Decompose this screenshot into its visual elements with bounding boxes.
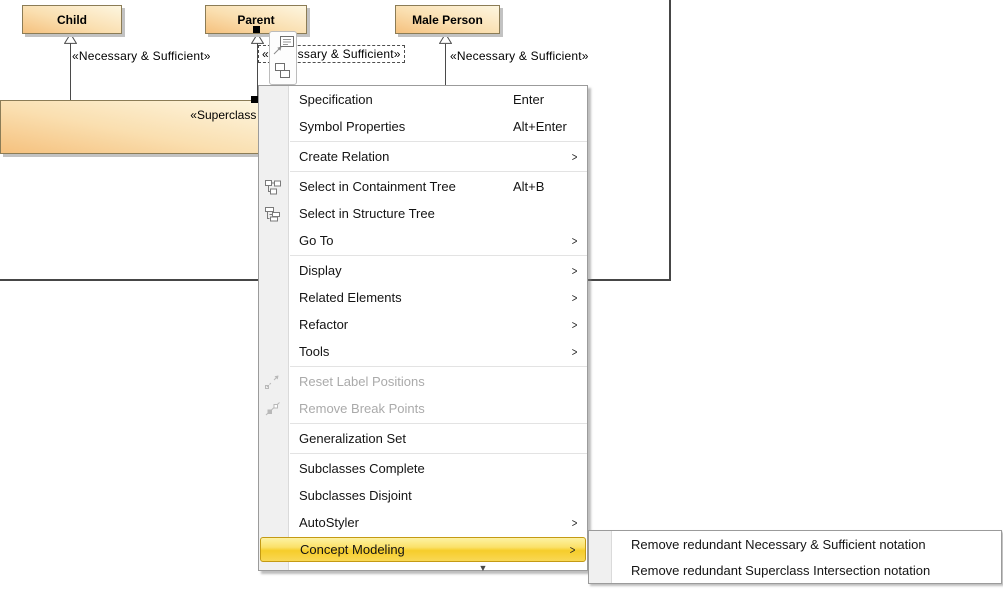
menu-item-reset-label-positions: Reset Label Positions xyxy=(259,368,587,395)
menu-item-subclasses-disjoint[interactable]: Subclasses Disjoint xyxy=(259,482,587,509)
menu-item-subclasses-complete[interactable]: Subclasses Complete xyxy=(259,455,587,482)
menu-item-autostyler[interactable]: AutoStyler > xyxy=(259,509,587,536)
submenu-item-remove-redundant-superclass-intersection-notation[interactable]: Remove redundant Superclass Intersection… xyxy=(589,557,1001,583)
generalization-arrow-icon xyxy=(64,33,77,44)
menu-item-shortcut: Enter xyxy=(513,92,544,107)
menu-item-refactor[interactable]: Refactor > xyxy=(259,311,587,338)
submenu-arrow-icon: > xyxy=(572,150,578,164)
submenu-item-remove-redundant-necessary-sufficient-notation[interactable]: Remove redundant Necessary & Sufficient … xyxy=(589,531,1001,557)
note-icon[interactable] xyxy=(271,35,295,57)
application-canvas: «Necessary & Sufficient» «Necessary & Su… xyxy=(0,0,1003,592)
class-name: Child xyxy=(57,13,87,27)
menu-item-select-in-containment-tree[interactable]: Select in Containment Tree Alt+B xyxy=(259,173,587,200)
menu-item-label: Select in Structure Tree xyxy=(299,206,435,221)
menu-item-concept-modeling[interactable]: Concept Modeling > xyxy=(260,537,586,562)
generalization-arrow-icon xyxy=(439,33,452,44)
menu-separator xyxy=(290,141,587,142)
menu-item-label: Specification xyxy=(299,92,373,107)
edge-label-necessary-sufficient[interactable]: «Necessary & Sufficient» xyxy=(450,49,589,63)
submenu-arrow-icon: > xyxy=(572,318,578,332)
menu-item-label: Symbol Properties xyxy=(299,119,405,134)
class-name: Male Person xyxy=(412,13,483,27)
menu-item-label: Related Elements xyxy=(299,290,402,305)
menu-item-specification[interactable]: Specification Enter xyxy=(259,86,587,113)
menu-item-label: Reset Label Positions xyxy=(299,374,425,389)
menu-item-label: Select in Containment Tree xyxy=(299,179,456,194)
menu-item-label: Go To xyxy=(299,233,333,248)
generalization-edge-child[interactable] xyxy=(70,43,71,100)
menu-item-label: Subclasses Complete xyxy=(299,461,425,476)
menu-item-related-elements[interactable]: Related Elements > xyxy=(259,284,587,311)
generalization-arrow-icon xyxy=(251,33,264,44)
menu-item-label: Generalization Set xyxy=(299,431,406,446)
menu-item-label: Tools xyxy=(299,344,329,359)
menu-item-label: Refactor xyxy=(299,317,348,332)
menu-separator xyxy=(290,366,587,367)
submenu-item-label: Remove redundant Necessary & Sufficient … xyxy=(631,537,926,552)
menu-item-label: Display xyxy=(299,263,342,278)
menu-scroll-down[interactable]: ▼ xyxy=(259,562,587,575)
scroll-down-icon: ▼ xyxy=(479,564,488,573)
context-menu-items: Specification Enter Symbol Properties Alt+E… xyxy=(259,86,587,562)
submenu-arrow-icon: > xyxy=(572,516,578,530)
menu-item-shortcut: Alt+B xyxy=(513,179,544,194)
menu-item-create-relation[interactable]: Create Relation > xyxy=(259,143,587,170)
menu-separator xyxy=(290,171,587,172)
submenu-arrow-icon: > xyxy=(572,234,578,248)
selection-handle[interactable] xyxy=(251,96,258,103)
menu-item-select-in-structure-tree[interactable]: Select in Structure Tree xyxy=(259,200,587,227)
menu-separator xyxy=(290,423,587,424)
class-name: Parent xyxy=(237,13,274,27)
concept-modeling-submenu: Remove redundant Necessary & Sufficient … xyxy=(588,530,1002,584)
submenu-arrow-icon: > xyxy=(572,264,578,278)
menu-item-label: Create Relation xyxy=(299,149,389,164)
submenu-item-label: Remove redundant Superclass Intersection… xyxy=(631,563,930,578)
menu-item-label: Remove Break Points xyxy=(299,401,425,416)
context-menu: Specification Enter Symbol Properties Alt+E… xyxy=(258,85,588,571)
menu-item-tools[interactable]: Tools > xyxy=(259,338,587,365)
menu-item-label: Subclasses Disjoint xyxy=(299,488,412,503)
menu-separator xyxy=(290,453,587,454)
class-stereotype: «Superclass I xyxy=(190,108,263,122)
structure-tree-icon xyxy=(264,206,282,222)
menu-item-symbol-properties[interactable]: Symbol Properties Alt+Enter xyxy=(259,113,587,140)
related-elements-icon[interactable] xyxy=(273,62,293,80)
submenu-arrow-icon: > xyxy=(572,345,578,359)
submenu-arrow-icon: > xyxy=(572,291,578,305)
class-male-person[interactable]: Male Person xyxy=(395,5,500,34)
selection-handle[interactable] xyxy=(253,26,260,33)
submenu-arrow-icon: > xyxy=(570,543,576,557)
class-superclass-intersection[interactable]: «Superclass I xyxy=(0,100,266,154)
menu-item-label: AutoStyler xyxy=(299,515,359,530)
remove-breakpoints-icon xyxy=(264,401,282,417)
menu-separator xyxy=(290,255,587,256)
menu-item-generalization-set[interactable]: Generalization Set xyxy=(259,425,587,452)
menu-item-shortcut: Alt+Enter xyxy=(513,119,567,134)
menu-item-remove-break-points: Remove Break Points xyxy=(259,395,587,422)
menu-item-display[interactable]: Display > xyxy=(259,257,587,284)
smart-manipulator-toolbar xyxy=(269,31,297,85)
submenu-items: Remove redundant Necessary & Sufficient … xyxy=(589,531,1001,583)
containment-tree-icon xyxy=(264,179,282,195)
menu-item-go-to[interactable]: Go To > xyxy=(259,227,587,254)
edge-label-necessary-sufficient[interactable]: «Necessary & Sufficient» xyxy=(72,49,211,63)
reset-labels-icon xyxy=(264,374,282,390)
generalization-edge-male-person[interactable] xyxy=(445,44,446,85)
menu-item-label: Concept Modeling xyxy=(300,542,405,557)
class-child[interactable]: Child xyxy=(22,5,122,34)
